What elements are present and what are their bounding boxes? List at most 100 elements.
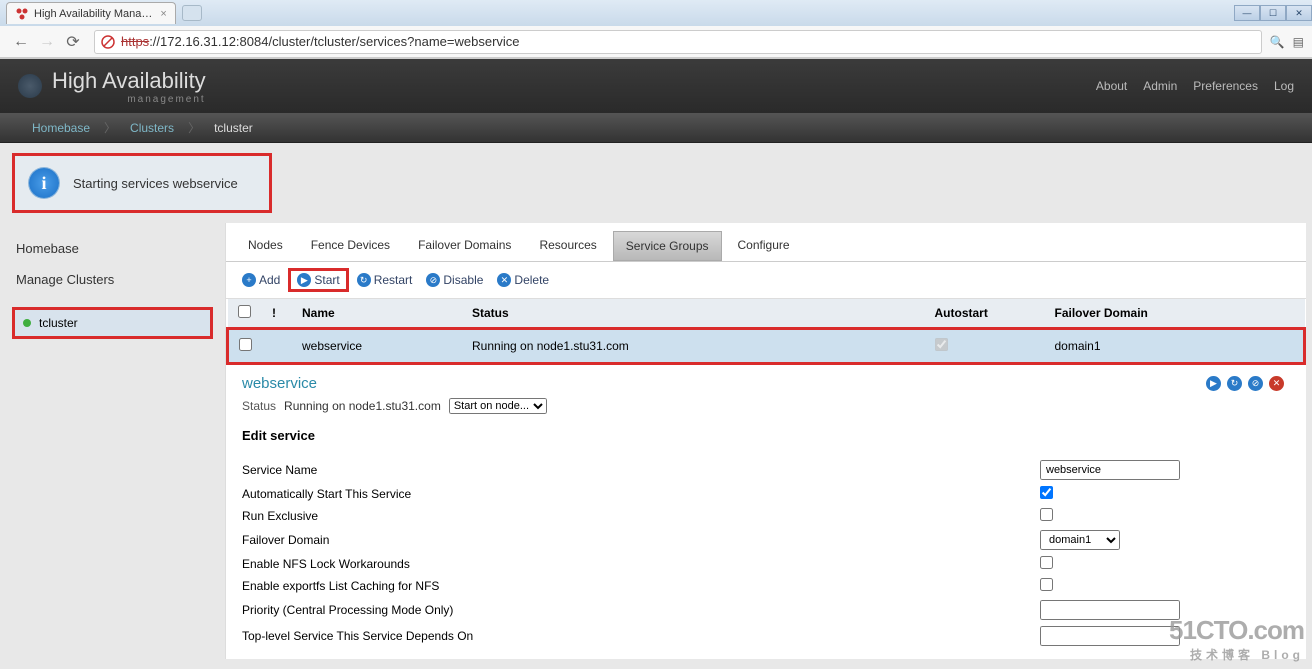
- detail-actions: ▶ ↻ ⊘ ✕: [1206, 376, 1284, 391]
- sidebar-homebase[interactable]: Homebase: [12, 233, 213, 264]
- content: Nodes Fence Devices Failover Domains Res…: [225, 223, 1306, 659]
- breadcrumb-homebase[interactable]: Homebase: [18, 121, 104, 135]
- nav-about[interactable]: About: [1096, 79, 1127, 93]
- services-table: ! Name Status Autostart Failover Domain …: [226, 299, 1306, 365]
- status-value: Running on node1.stu31.com: [284, 399, 441, 413]
- delete-icon: ✕: [497, 273, 511, 287]
- tab-title: High Availability Mana…: [34, 8, 152, 20]
- table-row[interactable]: webservice Running on node1.stu31.com do…: [228, 329, 1305, 364]
- col-failover[interactable]: Failover Domain: [1045, 299, 1305, 329]
- delete-button[interactable]: ✕Delete: [491, 271, 555, 289]
- ssl-warning-icon: [101, 35, 115, 49]
- select-all-checkbox[interactable]: [238, 305, 251, 318]
- delete-icon[interactable]: ✕: [1269, 376, 1284, 391]
- chevron-right-icon: 〉: [104, 119, 116, 136]
- add-button[interactable]: +Add: [236, 271, 286, 289]
- app-header: High Availability management About Admin…: [0, 59, 1312, 113]
- input-priority[interactable]: [1040, 600, 1180, 620]
- tab-service-groups[interactable]: Service Groups: [613, 231, 722, 261]
- cell-failover: domain1: [1045, 329, 1305, 364]
- disable-icon: ⊘: [426, 273, 440, 287]
- new-tab-button[interactable]: [182, 5, 202, 21]
- restart-icon: ↻: [357, 273, 371, 287]
- status-dot-icon: [23, 319, 31, 327]
- plus-icon: +: [242, 273, 256, 287]
- label-exportfs: Enable exportfs List Caching for NFS: [242, 579, 1040, 593]
- info-icon: i: [29, 168, 59, 198]
- tab-close-icon[interactable]: ×: [160, 8, 166, 20]
- checkbox-run-exclusive[interactable]: [1040, 508, 1053, 521]
- menu-icon[interactable]: ▤: [1293, 35, 1304, 49]
- cell-name: webservice: [292, 329, 462, 364]
- label-priority: Priority (Central Processing Mode Only): [242, 603, 1040, 617]
- tab-bar: Nodes Fence Devices Failover Domains Res…: [226, 223, 1306, 262]
- tab-resources[interactable]: Resources: [527, 231, 608, 261]
- logo-icon: [18, 74, 42, 98]
- tab-nodes[interactable]: Nodes: [236, 231, 295, 261]
- nav-preferences[interactable]: Preferences: [1193, 79, 1258, 93]
- tab-configure[interactable]: Configure: [726, 231, 802, 261]
- checkbox-exportfs[interactable]: [1040, 578, 1053, 591]
- header-nav: About Admin Preferences Log: [1096, 79, 1294, 93]
- detail-title[interactable]: webservice: [242, 375, 1290, 392]
- input-service-name[interactable]: [1040, 460, 1180, 480]
- window-controls: — ☐ ✕: [1234, 5, 1312, 21]
- disable-icon[interactable]: ⊘: [1248, 376, 1263, 391]
- sidebar-item-label: tcluster: [39, 316, 78, 330]
- url-bar[interactable]: https://172.16.31.12:8084/cluster/tclust…: [94, 30, 1262, 54]
- service-detail: webservice ▶ ↻ ⊘ ✕ Status Running on nod…: [226, 365, 1306, 659]
- favicon-icon: [15, 7, 29, 21]
- chevron-right-icon: 〉: [188, 119, 200, 136]
- alert-text: Starting services webservice: [73, 176, 238, 191]
- label-auto-start: Automatically Start This Service: [242, 487, 1040, 501]
- select-failover-domain[interactable]: domain1: [1040, 530, 1120, 550]
- detail-status-row: Status Running on node1.stu31.com Start …: [242, 398, 1290, 414]
- forward-button[interactable]: →: [36, 31, 58, 53]
- browser-tab-bar: High Availability Mana… × — ☐ ✕: [0, 0, 1312, 26]
- col-alert: !: [262, 299, 292, 329]
- breadcrumb-clusters[interactable]: Clusters: [116, 121, 188, 135]
- sidebar-manage-clusters[interactable]: Manage Clusters: [12, 264, 213, 295]
- reload-button[interactable]: ⟳: [62, 31, 84, 53]
- input-top-level[interactable]: [1040, 626, 1180, 646]
- label-top-level: Top-level Service This Service Depends O…: [242, 629, 1040, 643]
- col-autostart[interactable]: Autostart: [925, 299, 1045, 329]
- start-button[interactable]: ▶Start: [288, 268, 348, 292]
- row-checkbox[interactable]: [239, 338, 252, 351]
- restart-icon[interactable]: ↻: [1227, 376, 1242, 391]
- col-status[interactable]: Status: [462, 299, 925, 329]
- minimize-button[interactable]: —: [1234, 5, 1260, 21]
- brand-subtitle: management: [52, 94, 206, 105]
- main-layout: Homebase Manage Clusters tcluster Nodes …: [0, 223, 1312, 659]
- browser-nav-bar: ← → ⟳ https://172.16.31.12:8084/cluster/…: [0, 26, 1312, 58]
- col-name[interactable]: Name: [292, 299, 462, 329]
- play-icon: ▶: [297, 273, 311, 287]
- back-button[interactable]: ←: [10, 31, 32, 53]
- toolbar: +Add ▶Start ↻Restart ⊘Disable ✕Delete: [226, 262, 1306, 299]
- nav-logout[interactable]: Log: [1274, 79, 1294, 93]
- cell-autostart: [935, 338, 948, 351]
- tab-fence-devices[interactable]: Fence Devices: [299, 231, 402, 261]
- start-on-node-select[interactable]: Start on node...: [449, 398, 547, 414]
- info-alert: i Starting services webservice: [12, 153, 272, 213]
- restart-button[interactable]: ↻Restart: [351, 271, 419, 289]
- sidebar: Homebase Manage Clusters tcluster: [0, 223, 225, 659]
- nav-admin[interactable]: Admin: [1143, 79, 1177, 93]
- disable-button[interactable]: ⊘Disable: [420, 271, 489, 289]
- breadcrumb-current: tcluster: [200, 121, 267, 135]
- checkbox-nfs-lock[interactable]: [1040, 556, 1053, 569]
- breadcrumb: Homebase 〉 Clusters 〉 tcluster: [0, 113, 1312, 143]
- play-icon[interactable]: ▶: [1206, 376, 1221, 391]
- sidebar-item-tcluster[interactable]: tcluster: [12, 307, 213, 339]
- tab-failover-domains[interactable]: Failover Domains: [406, 231, 523, 261]
- close-window-button[interactable]: ✕: [1286, 5, 1312, 21]
- status-label: Status: [242, 399, 276, 413]
- zoom-icon[interactable]: 🔍: [1270, 35, 1285, 49]
- label-run-exclusive: Run Exclusive: [242, 509, 1040, 523]
- label-service-name: Service Name: [242, 463, 1040, 477]
- checkbox-auto-start[interactable]: [1040, 486, 1053, 499]
- maximize-button[interactable]: ☐: [1260, 5, 1286, 21]
- label-nfs-lock: Enable NFS Lock Workarounds: [242, 557, 1040, 571]
- url-protocol: https: [121, 34, 149, 49]
- browser-tab[interactable]: High Availability Mana… ×: [6, 2, 176, 24]
